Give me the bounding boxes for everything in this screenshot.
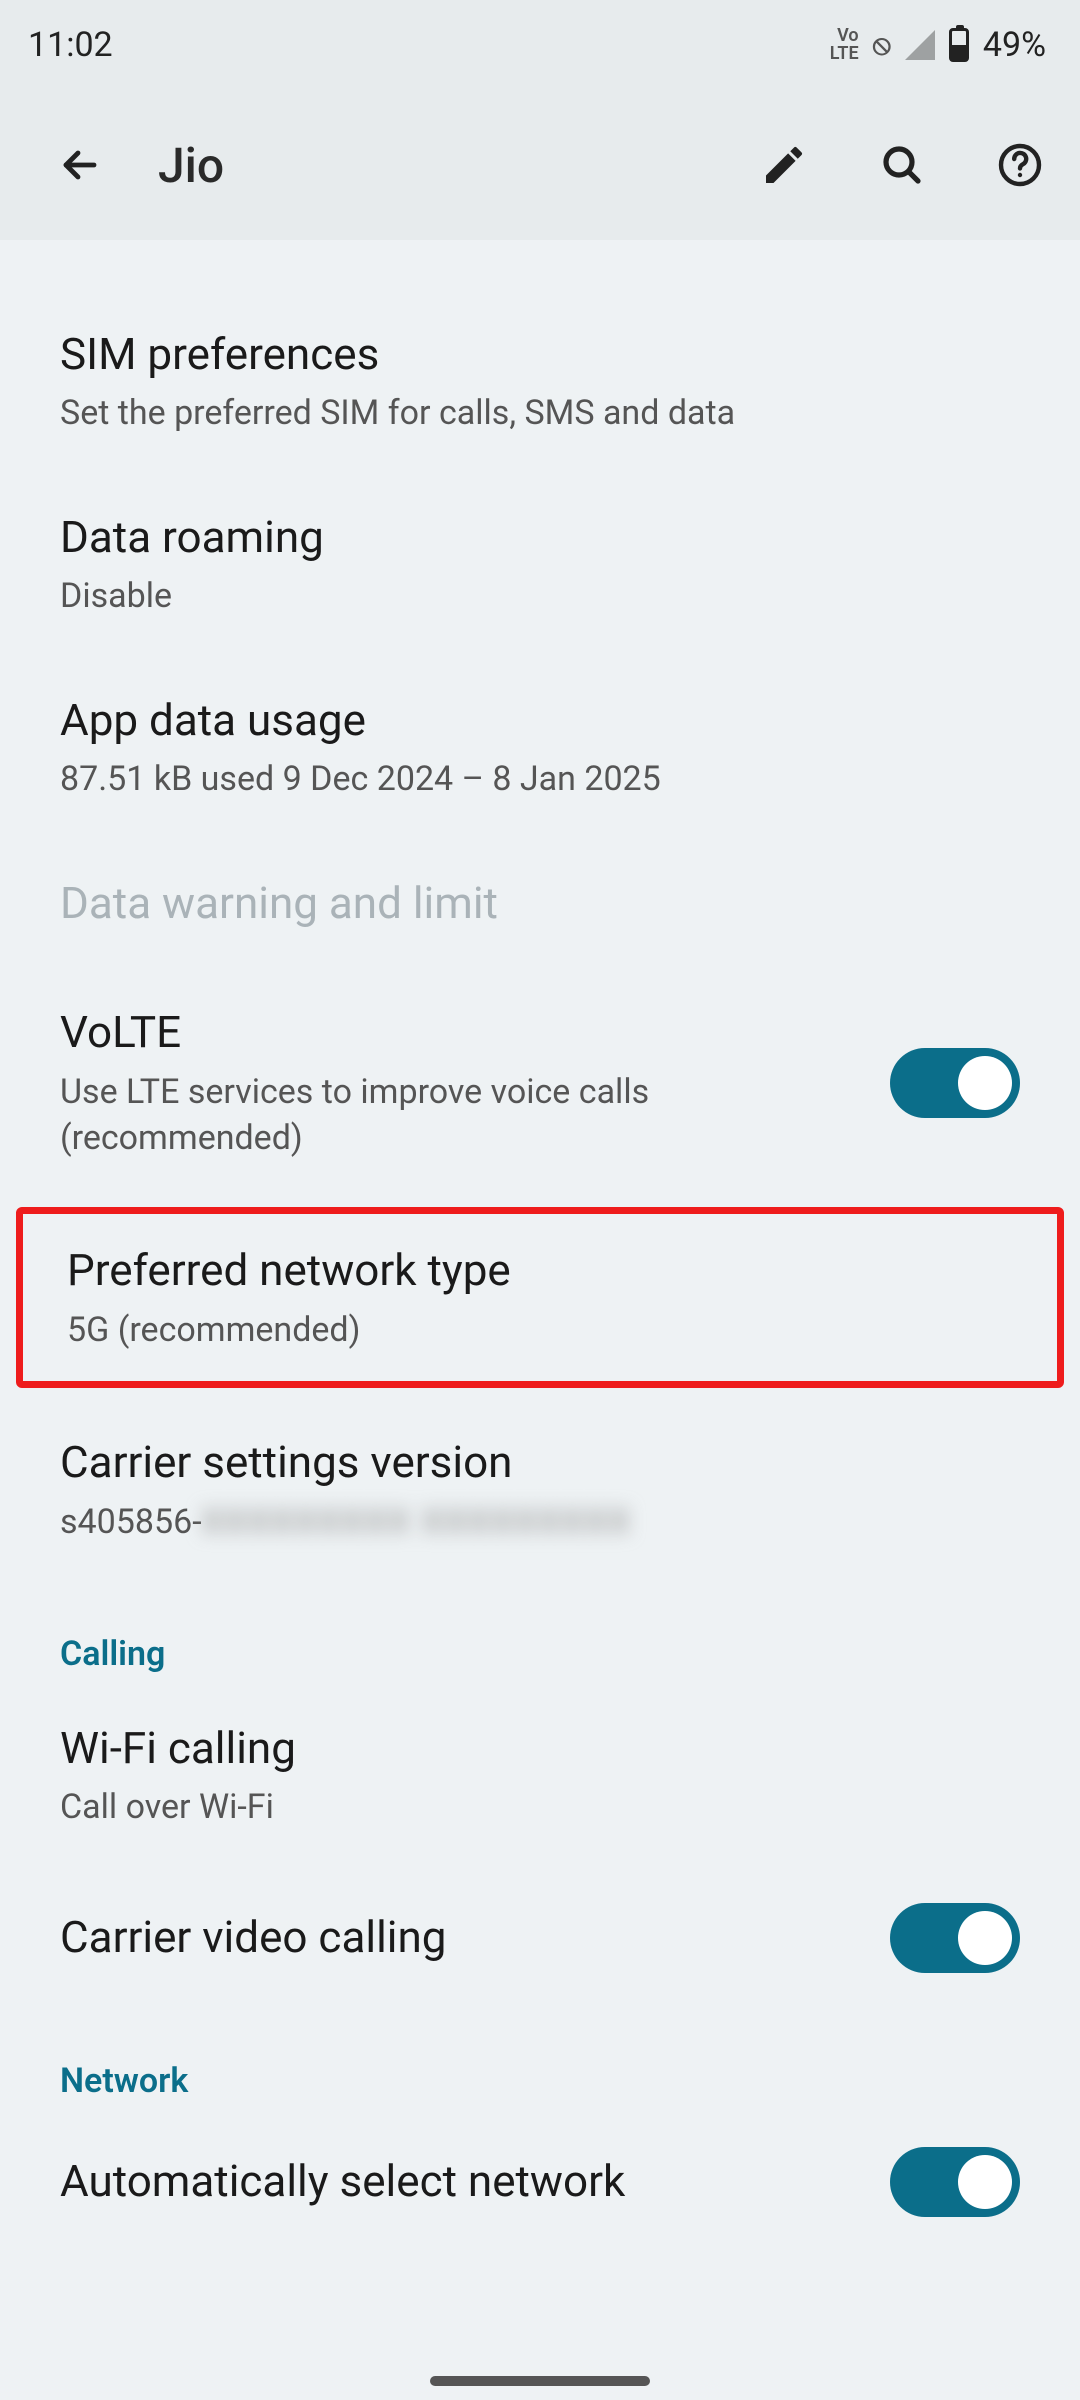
arrow-back-icon	[56, 141, 104, 189]
item-subtitle: 87.51 kB used 9 Dec 2024 – 8 Jan 2025	[60, 757, 1020, 803]
highlight-annotation: Preferred network type 5G (recommended)	[16, 1207, 1064, 1388]
item-subtitle: Use LTE services to improve voice calls …	[60, 1070, 860, 1162]
volte-toggle[interactable]	[890, 1048, 1020, 1118]
item-subtitle: Set the preferred SIM for calls, SMS and…	[60, 391, 1020, 437]
carrier-video-calling-item[interactable]: Carrier video calling	[0, 1867, 1080, 2009]
item-title: VoLTE	[60, 1004, 860, 1061]
status-clock: 11:02	[28, 25, 113, 65]
item-subtitle: Call over Wi-Fi	[60, 1785, 1020, 1831]
help-button[interactable]	[980, 125, 1060, 205]
carrier-video-calling-toggle[interactable]	[890, 1903, 1020, 1973]
sim-preferences-item[interactable]: SIM preferences Set the preferred SIM fo…	[0, 290, 1080, 473]
page-title: Jio	[158, 137, 706, 194]
help-icon	[996, 141, 1044, 189]
search-icon	[878, 141, 926, 189]
item-title: Automatically select network	[60, 2153, 860, 2210]
battery-icon	[949, 28, 969, 62]
status-bar: 11:02 Vo LTE ⦸ 49%	[0, 0, 1080, 90]
status-right: Vo LTE ⦸ 49%	[830, 25, 1046, 65]
item-title: Carrier video calling	[60, 1909, 860, 1966]
signal-icon	[905, 30, 935, 60]
item-title: Preferred network type	[67, 1242, 1013, 1299]
wifi-calling-item[interactable]: Wi-Fi calling Call over Wi-Fi	[0, 1684, 1080, 1867]
preferred-network-type-item[interactable]: Preferred network type 5G (recommended)	[23, 1214, 1057, 1381]
data-roaming-item[interactable]: Data roaming Disable	[0, 473, 1080, 656]
auto-select-network-item[interactable]: Automatically select network	[0, 2111, 1080, 2253]
carrier-settings-version-item[interactable]: Carrier settings version s405856-XXXXXXX…	[0, 1398, 1080, 1581]
item-subtitle: s405856-XXXXXXXXX XXXXXXXXX	[60, 1500, 1020, 1546]
edit-button[interactable]	[744, 125, 824, 205]
back-button[interactable]	[40, 125, 120, 205]
volte-indicator-icon: Vo LTE	[830, 27, 859, 63]
battery-percent: 49%	[983, 25, 1046, 65]
content[interactable]: SIM preferences Set the preferred SIM fo…	[0, 240, 1080, 2400]
pencil-icon	[760, 141, 808, 189]
calling-section-header: Calling	[0, 1582, 1080, 1684]
location-off-icon: ⦸	[873, 36, 891, 54]
item-title: Data warning and limit	[60, 875, 1020, 932]
search-button[interactable]	[862, 125, 942, 205]
app-bar: Jio	[0, 90, 1080, 240]
item-subtitle: Disable	[60, 574, 1020, 620]
network-section-header: Network	[0, 2009, 1080, 2111]
auto-select-network-toggle[interactable]	[890, 2147, 1020, 2217]
data-warning-limit-item: Data warning and limit	[0, 839, 1080, 968]
volte-item[interactable]: VoLTE Use LTE services to improve voice …	[0, 968, 1080, 1197]
carrier-version-redacted: XXXXXXXXX XXXXXXXXX	[202, 1500, 632, 1546]
item-title: Data roaming	[60, 509, 1020, 566]
item-title: SIM preferences	[60, 326, 1020, 383]
item-title: Wi-Fi calling	[60, 1720, 1020, 1777]
item-subtitle: 5G (recommended)	[67, 1308, 1013, 1354]
carrier-version-prefix: s405856-	[60, 1502, 202, 1542]
app-data-usage-item[interactable]: App data usage 87.51 kB used 9 Dec 2024 …	[0, 656, 1080, 839]
item-title: Carrier settings version	[60, 1434, 1020, 1491]
item-title: App data usage	[60, 692, 1020, 749]
nav-handle[interactable]	[430, 2376, 650, 2386]
